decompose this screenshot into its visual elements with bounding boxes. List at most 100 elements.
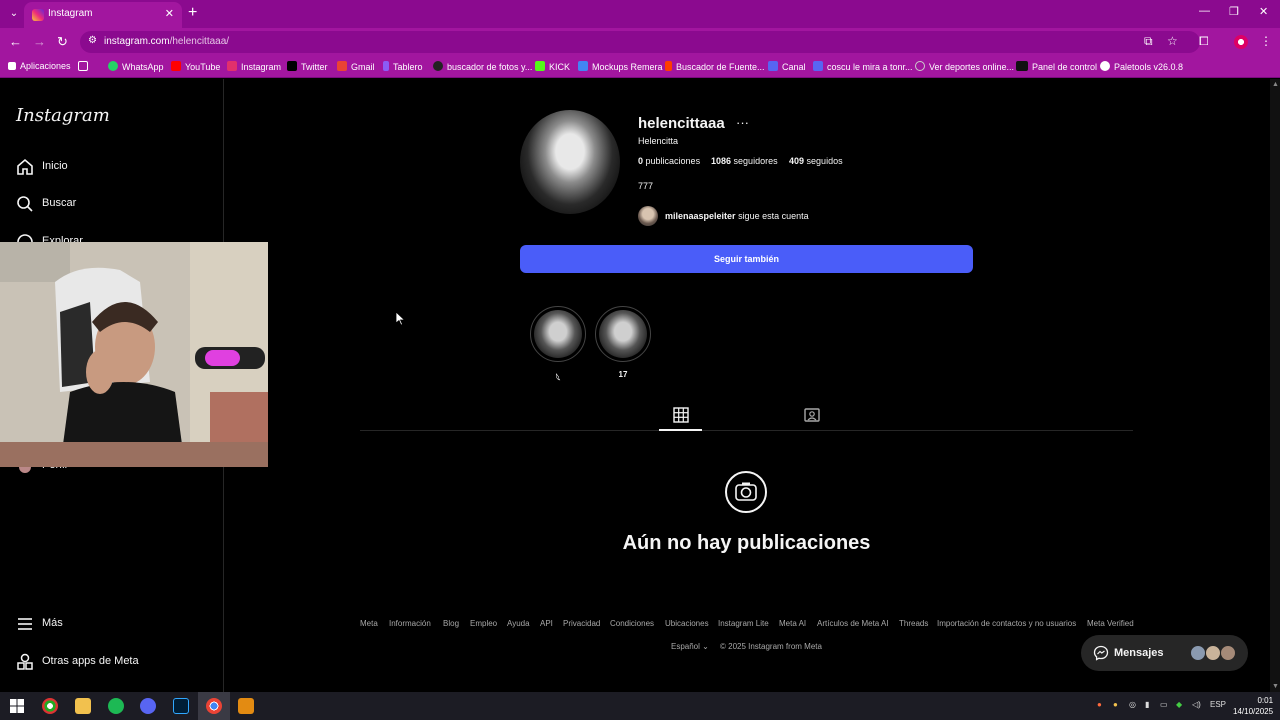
footer-link[interactable]: Empleo — [470, 619, 497, 628]
extensions-icon[interactable]: ⧠ — [1199, 34, 1209, 49]
tray-app-icon[interactable]: ● — [1113, 700, 1118, 709]
photoshop-icon[interactable] — [173, 698, 189, 714]
browser-tab[interactable]: Instagram ✕ — [24, 2, 182, 28]
browser-tab-bar: ⌄ Instagram ✕ + — ❐ ✕ — [0, 0, 1280, 28]
bookmark-fuentes[interactable]: Buscador de Fuente... — [665, 61, 765, 72]
more-options-icon[interactable]: ··· — [736, 115, 749, 130]
reload-icon[interactable]: ↻ — [57, 34, 68, 50]
footer-link[interactable]: API — [540, 619, 553, 628]
story-highlight[interactable]: 𓆩 — [530, 306, 586, 384]
follow-back-button[interactable]: Seguir también — [520, 245, 973, 273]
tab-search-icon[interactable]: ⌄ — [6, 6, 22, 22]
footer-link[interactable]: Instagram Lite — [718, 619, 769, 628]
highlight-label: 𓆩 — [555, 374, 561, 383]
footer-link[interactable]: Artículos de Meta AI — [817, 619, 889, 628]
discord-icon[interactable] — [140, 698, 156, 714]
browser-menu-icon[interactable]: ⋮ — [1260, 34, 1272, 48]
tray-app-icon[interactable]: ▭ — [1160, 700, 1168, 709]
whatsapp-icon — [108, 61, 118, 71]
bookmark-kick[interactable]: KICK — [535, 61, 570, 72]
followers-stat[interactable]: 1086 seguidores — [711, 156, 778, 166]
posts-grid-icon[interactable] — [673, 407, 689, 423]
language-select[interactable]: Español ⌄ — [671, 642, 709, 651]
gmail-icon — [337, 61, 347, 71]
taskbar-clock[interactable]: 0:01 14/10/2025 — [1233, 695, 1273, 717]
close-tab-icon[interactable]: ✕ — [165, 7, 174, 20]
footer-link[interactable]: Condiciones — [610, 619, 654, 628]
bookmark-whatsapp[interactable]: WhatsApp — [108, 61, 164, 72]
bookmark-grid[interactable] — [78, 61, 92, 72]
footer-link[interactable]: Blog — [443, 619, 459, 628]
site-info-icon[interactable]: ⚙ — [88, 35, 97, 46]
footer-link[interactable]: Importación de contactos y no usuarios — [937, 619, 1076, 628]
bookmark-gmail[interactable]: Gmail — [337, 61, 375, 72]
bookmark-twitter[interactable]: Twitter — [287, 61, 328, 72]
tray-app-icon[interactable]: ● — [1097, 700, 1102, 709]
story-highlight[interactable]: 17 — [595, 306, 651, 379]
url-text: instagram.com/helencittaaa/ — [104, 36, 229, 47]
language-indicator[interactable]: ESP — [1210, 700, 1226, 709]
footer-link[interactable]: Privacidad — [563, 619, 600, 628]
footer-link[interactable]: Ubicaciones — [665, 619, 709, 628]
bookmark-deportes[interactable]: Ver deportes online... — [915, 61, 1014, 72]
restore-icon[interactable]: ❐ — [1229, 5, 1239, 18]
bookmark-label: Panel de control — [1032, 62, 1098, 72]
bookmark-fotos[interactable]: buscador de fotos y... — [433, 61, 532, 72]
chrome-alt-icon[interactable] — [42, 698, 58, 714]
tablero-icon — [383, 61, 389, 71]
instagram-logo[interactable]: Instagram — [16, 105, 110, 126]
page-scrollbar[interactable]: ▲ ▼ — [1270, 79, 1280, 692]
instagram-page: Instagram Inicio Buscar Explorar Perfil … — [0, 79, 1280, 692]
tagged-icon[interactable] — [804, 407, 820, 423]
tray-app-icon[interactable]: ◎ — [1129, 700, 1136, 709]
microphone-icon[interactable]: ▮ — [1145, 700, 1149, 709]
forward-icon[interactable]: → — [33, 34, 46, 49]
bookmark-youtube[interactable]: YouTube — [171, 61, 220, 72]
spotify-icon[interactable] — [108, 698, 124, 714]
bookmark-panel[interactable]: Panel de control — [1016, 61, 1097, 72]
bookmark-star-icon[interactable]: ☆ — [1167, 34, 1178, 48]
bookmark-mockups[interactable]: Mockups Remera — [578, 61, 663, 72]
chrome-icon[interactable] — [206, 698, 222, 714]
address-bar[interactable]: ⚙ instagram.com/helencittaaa/ ⧉ ☆ — [80, 31, 1200, 53]
footer-link[interactable]: Meta AI — [779, 619, 806, 628]
following-stat[interactable]: 409 seguidos — [789, 156, 843, 166]
bookmark-canal[interactable]: Canal — [768, 61, 806, 72]
back-icon[interactable]: ← — [9, 34, 22, 49]
footer-link[interactable]: Meta — [360, 619, 378, 628]
obs-app-icon[interactable] — [238, 698, 254, 714]
minimize-icon[interactable]: — — [1199, 5, 1210, 17]
tray-app-icon[interactable]: ◆ — [1176, 700, 1182, 709]
bookmark-label: Ver deportes online... — [929, 62, 1015, 72]
windows-start-icon[interactable] — [9, 698, 25, 714]
bookmarks-bar: Aplicaciones WhatsApp YouTube Instagram … — [0, 56, 1280, 78]
volume-icon[interactable]: ◁) — [1192, 700, 1201, 709]
grid-icon — [78, 61, 88, 71]
bookmark-instagram[interactable]: Instagram — [227, 61, 281, 72]
bookmark-coscu[interactable]: coscu le mira a tonr... — [813, 61, 913, 72]
bookmark-paletools[interactable]: Paletools v26.0.8 — [1100, 61, 1183, 72]
file-explorer-icon[interactable] — [75, 698, 91, 714]
channel-icon — [768, 61, 778, 71]
scroll-up-icon[interactable]: ▲ — [1272, 81, 1279, 88]
footer-link[interactable]: Ayuda — [507, 619, 530, 628]
message-avatar — [1205, 645, 1221, 661]
new-tab-button[interactable]: + — [188, 4, 197, 22]
followers-label: seguidores — [733, 156, 778, 166]
footer-link[interactable]: Meta Verified — [1087, 619, 1134, 628]
profile-avatar[interactable] — [520, 110, 620, 214]
footer-link[interactable]: Información — [389, 619, 431, 628]
sidebar-item-label: Más — [42, 617, 63, 629]
messages-button[interactable]: Mensajes — [1081, 635, 1248, 671]
bookmark-tablero[interactable]: Tablero — [383, 61, 423, 72]
highlight-ring — [595, 306, 651, 362]
close-window-icon[interactable]: ✕ — [1259, 5, 1268, 18]
followed-by-text[interactable]: milenaaspeleiter sigue esta cuenta — [665, 211, 809, 221]
copyright-text: © 2025 Instagram from Meta — [720, 642, 822, 651]
bookmark-apps[interactable]: Aplicaciones — [8, 61, 71, 71]
scroll-down-icon[interactable]: ▼ — [1272, 683, 1279, 690]
footer-link[interactable]: Threads — [899, 619, 928, 628]
install-app-icon[interactable]: ⧉ — [1144, 34, 1153, 49]
follower-avatar[interactable] — [638, 206, 658, 226]
browser-profile-avatar[interactable] — [1234, 35, 1248, 49]
